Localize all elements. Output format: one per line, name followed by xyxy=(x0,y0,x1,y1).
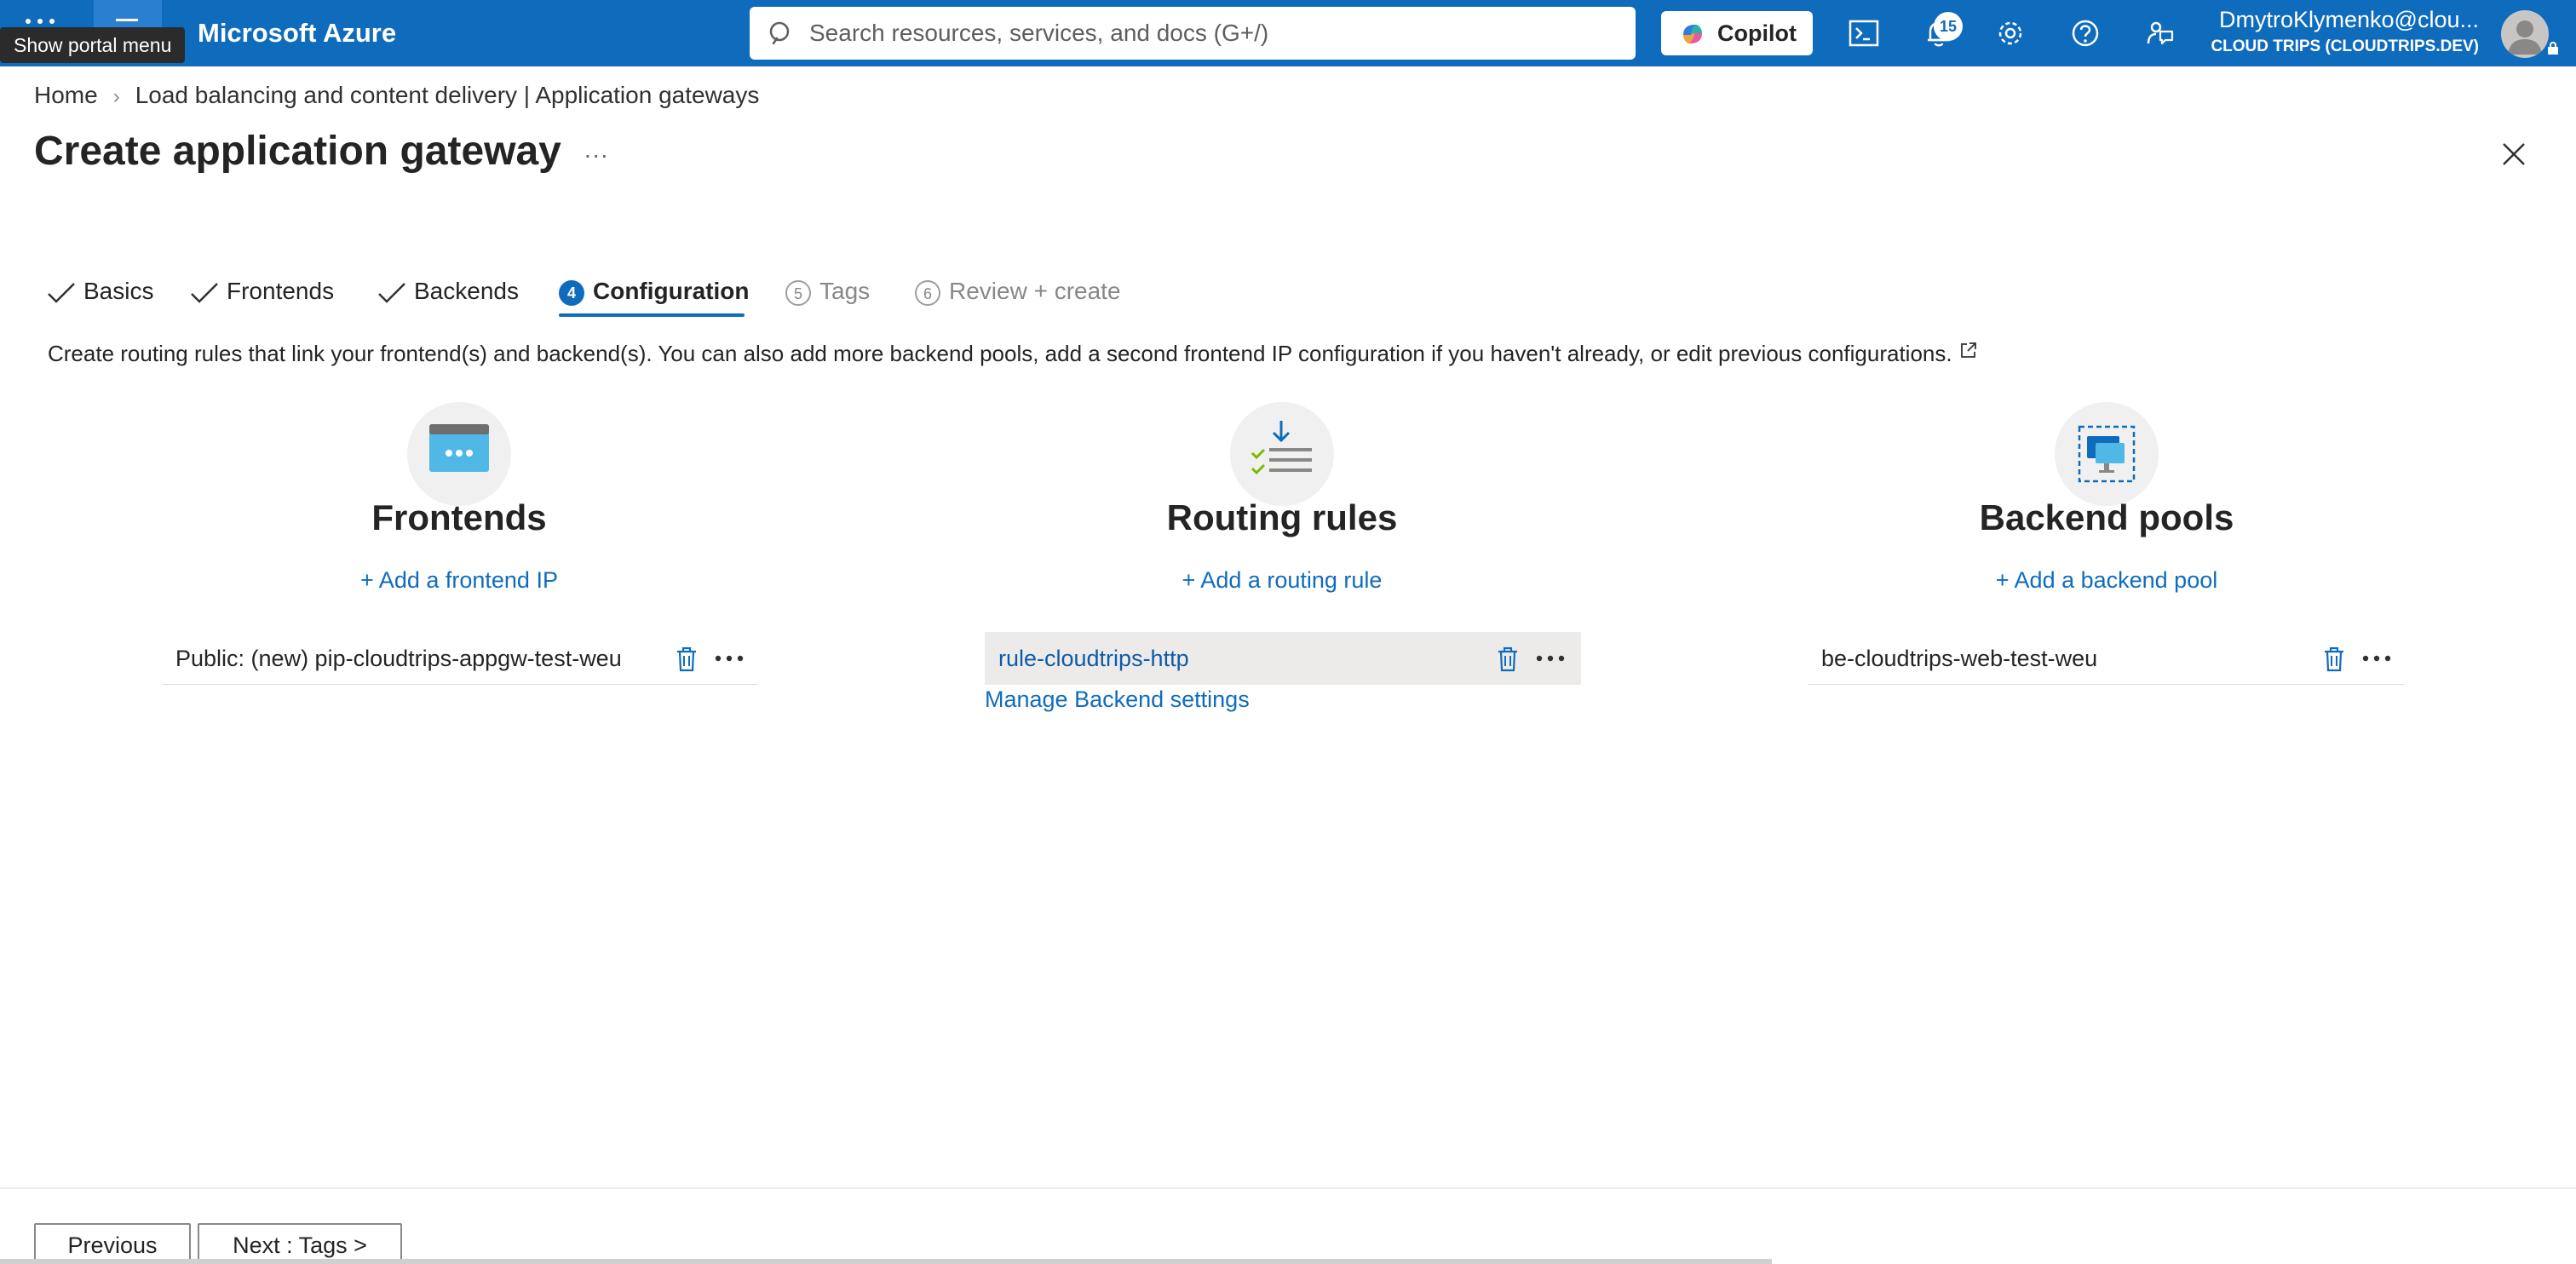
help-icon[interactable] xyxy=(2068,16,2102,50)
step-number: 6 xyxy=(915,279,940,306)
tab-basics[interactable]: Basics xyxy=(46,271,153,312)
tab-label: Review + create xyxy=(949,278,1121,304)
step-number: 5 xyxy=(785,279,811,306)
person-icon xyxy=(2508,20,2542,55)
avatar-icon[interactable] xyxy=(2501,10,2549,58)
add-frontend-ip-link[interactable]: + Add a frontend IP xyxy=(152,567,766,594)
tab-label: Basics xyxy=(83,278,154,304)
tab-tags[interactable]: 5 Tags xyxy=(785,271,870,312)
breadcrumb: Home › Load balancing and content delivery… xyxy=(34,82,759,109)
account-name[interactable]: DmytroKlymenko@clou... xyxy=(2206,7,2479,33)
search-input[interactable] xyxy=(809,7,1619,60)
backend-pool-item-label: be-cloudtrips-web-test-weu xyxy=(1821,646,2098,671)
previous-button[interactable]: Previous xyxy=(34,1223,191,1264)
tab-label: Configuration xyxy=(593,278,750,304)
search-icon xyxy=(769,21,790,45)
add-routing-rule-link[interactable]: + Add a routing rule xyxy=(975,567,1589,594)
routing-rules-icon xyxy=(1230,402,1334,506)
cloud-shell-icon[interactable] xyxy=(1847,16,1881,50)
hamburger-icon xyxy=(116,19,138,21)
more-options-icon[interactable] xyxy=(2360,646,2394,671)
feedback-icon[interactable] xyxy=(2143,16,2177,50)
account-directory[interactable]: CLOUD TRIPS (CLOUDTRIPS.DEV) xyxy=(2181,37,2479,56)
footer-divider xyxy=(0,1187,2576,1189)
tab-label: Frontends xyxy=(227,278,335,304)
tab-review-create[interactable]: 6 Review + create xyxy=(915,271,1121,312)
external-link-icon[interactable] xyxy=(1959,341,1978,359)
waffle-icon[interactable] xyxy=(26,15,60,27)
brand-title[interactable]: Microsoft Azure xyxy=(198,0,396,66)
more-options-icon[interactable] xyxy=(712,646,746,671)
breadcrumb-separator: › xyxy=(112,85,120,108)
more-options-button[interactable]: ... xyxy=(584,136,609,164)
breadcrumb-current[interactable]: Load balancing and content delivery | Ap… xyxy=(135,82,760,108)
description-text: Create routing rules that link your fron… xyxy=(48,341,1952,366)
horizontal-scrollbar[interactable] xyxy=(0,1259,1772,1264)
global-search[interactable] xyxy=(750,7,1636,60)
settings-icon[interactable] xyxy=(1993,16,2027,50)
lock-icon xyxy=(2548,42,2558,55)
add-backend-pool-link[interactable]: + Add a backend pool xyxy=(1800,567,2413,594)
description: Create routing rules that link your fron… xyxy=(48,341,1978,367)
delete-icon[interactable] xyxy=(1496,646,1520,673)
tab-backends[interactable]: Backends xyxy=(377,271,519,312)
backend-pool-item[interactable]: be-cloudtrips-web-test-weu xyxy=(1808,632,2404,685)
copilot-icon xyxy=(1683,25,1702,43)
tab-configuration[interactable]: 4 Configuration xyxy=(559,271,750,312)
frontend-item-label: Public: (new) pip-cloudtrips-appgw-test-… xyxy=(175,646,622,671)
step-number: 4 xyxy=(559,279,584,306)
close-icon[interactable] xyxy=(2499,140,2528,169)
page-title: Create application gateway xyxy=(34,129,561,174)
more-options-icon[interactable] xyxy=(1533,646,1567,671)
next-tags-button[interactable]: Next : Tags > xyxy=(198,1223,402,1264)
checkmark-icon xyxy=(48,282,75,303)
active-tab-indicator xyxy=(559,313,745,317)
backend-pools-icon xyxy=(2055,402,2159,506)
delete-icon[interactable] xyxy=(2322,646,2346,673)
breadcrumb-home[interactable]: Home xyxy=(34,82,98,108)
checkmark-icon xyxy=(191,282,218,303)
tab-label: Backends xyxy=(414,278,519,304)
backend-pools-title: Backend pools xyxy=(1979,497,2234,537)
portal-menu-tooltip: Show portal menu xyxy=(0,27,186,63)
routing-rules-title: Routing rules xyxy=(1166,497,1398,537)
tab-frontends[interactable]: Frontends xyxy=(189,271,334,312)
frontends-title: Frontends xyxy=(371,497,547,537)
notification-badge: 15 xyxy=(1934,12,1963,41)
top-bar: Show portal menu Microsoft Azure Copilot… xyxy=(0,0,2576,66)
routing-rule-item[interactable]: rule-cloudtrips-http xyxy=(985,632,1581,685)
copilot-button[interactable]: Copilot xyxy=(1661,11,1813,55)
checkmark-icon xyxy=(378,282,405,303)
copilot-label: Copilot xyxy=(1717,20,1797,46)
tab-label: Tags xyxy=(819,278,871,304)
routing-rule-item-label[interactable]: rule-cloudtrips-http xyxy=(998,632,1189,685)
manage-backend-settings-link[interactable]: Manage Backend settings xyxy=(985,687,1250,713)
delete-icon[interactable] xyxy=(675,646,699,673)
frontends-icon xyxy=(407,402,511,506)
frontend-item[interactable]: Public: (new) pip-cloudtrips-appgw-test-… xyxy=(162,632,758,685)
